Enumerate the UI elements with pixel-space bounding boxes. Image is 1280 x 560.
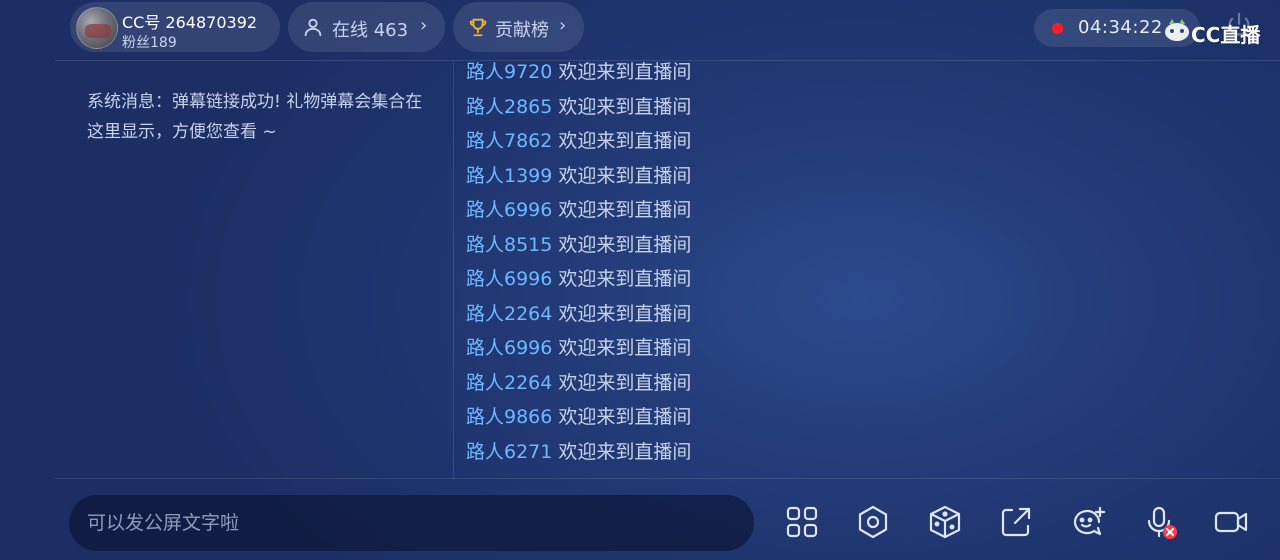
danmaku-username[interactable]: 路人2264 xyxy=(466,303,552,325)
danmaku-row[interactable]: 路人9720 欢迎来到直播间 xyxy=(466,55,691,89)
danmaku-text: 欢迎来到直播间 xyxy=(558,302,692,325)
live-duration: 04:34:22 xyxy=(1078,17,1163,38)
settings-button[interactable] xyxy=(855,504,891,540)
streamer-profile[interactable]: CC号 264870392 粉丝189 xyxy=(70,2,280,52)
danmaku-text: 欢迎来到直播间 xyxy=(558,337,692,359)
danmaku-row[interactable]: 路人6996 欢迎来到直播间 xyxy=(466,193,691,227)
panel-divider xyxy=(453,60,454,478)
trophy-icon xyxy=(469,18,487,37)
microphone-button[interactable] xyxy=(1142,504,1178,540)
danmaku-username[interactable]: 路人1399 xyxy=(466,165,552,187)
danmaku-username[interactable]: 路人2865 xyxy=(466,96,552,118)
danmaku-text: 欢迎来到直播间 xyxy=(558,233,692,256)
dice-game-button[interactable] xyxy=(927,504,963,540)
share-icon xyxy=(1001,507,1031,537)
danmaku-text: 欢迎来到直播间 xyxy=(558,406,692,428)
danmaku-username[interactable]: 路人6996 xyxy=(466,268,552,290)
recording-dot-icon xyxy=(1052,23,1063,34)
chat-input[interactable] xyxy=(69,495,754,551)
avatar[interactable] xyxy=(76,7,118,49)
dice-icon xyxy=(929,505,961,539)
danmaku-row[interactable]: 路人6271 欢迎来到直播间 xyxy=(466,435,691,469)
danmaku-row[interactable]: 路人2264 欢迎来到直播间 xyxy=(466,366,691,400)
person-icon xyxy=(304,18,322,37)
contribution-ranking-label: 贡献榜 xyxy=(495,20,549,41)
mic-muted-icon xyxy=(1147,506,1177,539)
online-count-button[interactable]: 在线 463 › xyxy=(288,2,445,52)
share-button[interactable] xyxy=(998,504,1034,540)
danmaku-row[interactable]: 路人6996 欢迎来到直播间 xyxy=(466,262,691,296)
danmaku-username[interactable]: 路人6996 xyxy=(466,337,552,359)
danmaku-row[interactable]: 路人7862 欢迎来到直播间 xyxy=(466,124,691,158)
grid-menu-button[interactable] xyxy=(784,504,820,540)
danmaku-text: 欢迎来到直播间 xyxy=(558,371,692,394)
danmaku-username[interactable]: 路人7862 xyxy=(466,130,552,152)
chat-add-button[interactable] xyxy=(1070,504,1106,540)
danmaku-username[interactable]: 路人8515 xyxy=(466,234,552,256)
bottom-toolbar xyxy=(0,480,1280,560)
grid-icon xyxy=(786,506,818,538)
power-icon[interactable] xyxy=(1224,10,1254,40)
danmaku-username[interactable]: 路人2264 xyxy=(466,372,552,394)
danmaku-row[interactable]: 路人9866 欢迎来到直播间 xyxy=(466,400,691,434)
danmaku-row[interactable]: 路人8515 欢迎来到直播间 xyxy=(466,228,691,262)
danmaku-username[interactable]: 路人9866 xyxy=(466,406,552,428)
system-message: 系统消息：弹幕链接成功! 礼物弹幕会集合在这里显示，方便您查看 ~ xyxy=(87,92,423,142)
chevron-right-icon: › xyxy=(559,15,567,36)
camera-button[interactable] xyxy=(1213,504,1249,540)
danmaku-text: 欢迎来到直播间 xyxy=(558,95,692,118)
settings-icon xyxy=(858,505,888,539)
danmaku-text: 欢迎来到直播间 xyxy=(558,61,692,83)
danmaku-row[interactable]: 路人2865 欢迎来到直播间 xyxy=(466,90,691,124)
contribution-ranking-button[interactable]: 贡献榜 › xyxy=(453,2,584,52)
danmaku-text: 欢迎来到直播间 xyxy=(558,164,692,187)
online-count-label: 在线 463 xyxy=(332,20,409,41)
top-bar: CC号 264870392 粉丝189 在线 463 › 贡献榜 › 04:34… xyxy=(0,0,1280,58)
danmaku-username[interactable]: 路人9720 xyxy=(466,61,552,83)
bottom-divider xyxy=(55,478,1280,479)
cc-mascot-logo-icon xyxy=(1165,19,1189,41)
danmaku-list[interactable]: 路人9720 欢迎来到直播间 路人2865 欢迎来到直播间 路人7862 欢迎来到直播间路… xyxy=(466,55,1166,475)
danmaku-text: 欢迎来到直播间 xyxy=(558,199,692,221)
danmaku-text: 欢迎来到直播间 xyxy=(558,268,692,290)
fans-count: 粉丝189 xyxy=(122,35,177,51)
danmaku-username[interactable]: 路人6271 xyxy=(466,441,552,463)
danmaku-username[interactable]: 路人6996 xyxy=(466,199,552,221)
danmaku-row[interactable]: 路人2264 欢迎来到直播间 xyxy=(466,297,691,331)
danmaku-text: 欢迎来到直播间 xyxy=(558,440,692,463)
cc-id-label: CC号 264870392 xyxy=(122,13,258,32)
video-camera-icon xyxy=(1214,511,1248,533)
chevron-right-icon: › xyxy=(420,15,428,36)
danmaku-row[interactable]: 路人1399 欢迎来到直播间 xyxy=(466,159,691,193)
chat-add-icon xyxy=(1073,506,1106,536)
danmaku-text: 欢迎来到直播间 xyxy=(558,130,692,152)
danmaku-row[interactable]: 路人6996 欢迎来到直播间 xyxy=(466,331,691,365)
